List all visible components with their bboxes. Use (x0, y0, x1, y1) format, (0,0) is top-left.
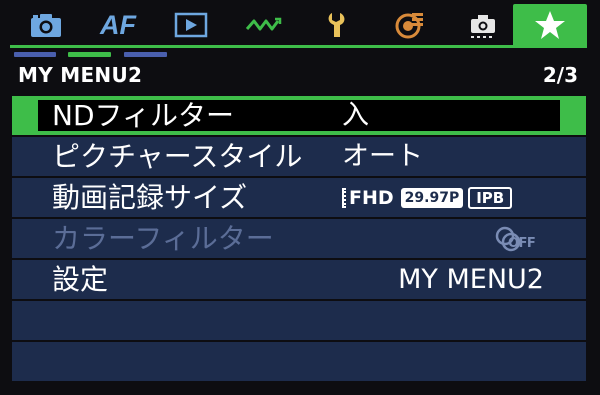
compression-badge: IPB (468, 187, 513, 209)
camera-icon (31, 14, 61, 37)
wireless-icon (245, 17, 282, 31)
page-indicator-1 (14, 52, 56, 57)
wrench-icon (328, 13, 345, 37)
star-icon (535, 11, 565, 39)
menu-item-value: オート (342, 141, 423, 172)
tab-underline (10, 45, 587, 48)
movie-rec-size-value: FHD 29.97P IPB (342, 186, 513, 210)
menu-item-movie-rec-size[interactable]: 動画記録サイズ FHD 29.97P IPB (12, 178, 586, 217)
menu-item-label: 動画記録サイズ (52, 181, 248, 214)
tab-custom-functions[interactable] (382, 4, 438, 46)
page-indicator-3 (124, 52, 167, 57)
fhd-icon: FHD (342, 188, 394, 208)
camera-menu-screen: AF MY MENU2 2/3 NDフィルター 入 ピクチャースタイル オート … (0, 0, 600, 395)
af-icon: AF (100, 9, 136, 40)
menu-item-value: 入 (342, 100, 369, 131)
menu-title: MY MENU2 (18, 63, 143, 87)
menu-item-label: NDフィルター (52, 99, 234, 132)
menu-item-empty (12, 301, 586, 340)
color-filter-off-icon: OFF (494, 224, 544, 254)
menu-item-color-filter: カラーフィルター OFF (12, 219, 586, 258)
menu-item-label: ピクチャースタイル (52, 140, 303, 173)
tab-camera[interactable] (455, 4, 511, 46)
page-indicator-2 (68, 52, 111, 57)
menu-item-label: カラーフィルター (52, 222, 274, 255)
tab-my-menu[interactable] (513, 4, 587, 46)
custom-function-icon (395, 13, 423, 39)
menu-item-nd-filter[interactable]: NDフィルター 入 (12, 96, 586, 135)
camera-settings-icon (471, 15, 495, 38)
menu-item-empty (12, 342, 586, 381)
menu-item-label: 設定 (52, 263, 109, 296)
tab-wireless[interactable] (236, 4, 292, 46)
menu-item-value: MY MENU2 (398, 264, 544, 295)
frame-rate-badge: 29.97P (400, 188, 464, 208)
tab-playback[interactable] (163, 4, 219, 46)
menu-item-picture-style[interactable]: ピクチャースタイル オート (12, 137, 586, 176)
tab-setup[interactable] (309, 4, 365, 46)
tab-bar: AF (10, 4, 590, 46)
tab-af[interactable]: AF (90, 4, 146, 46)
tab-shooting[interactable] (18, 4, 74, 46)
playback-icon (174, 12, 208, 38)
menu-item-settings[interactable]: 設定 MY MENU2 (12, 260, 586, 299)
page-number: 2/3 (542, 63, 578, 87)
selection-highlight: NDフィルター 入 (38, 100, 560, 131)
